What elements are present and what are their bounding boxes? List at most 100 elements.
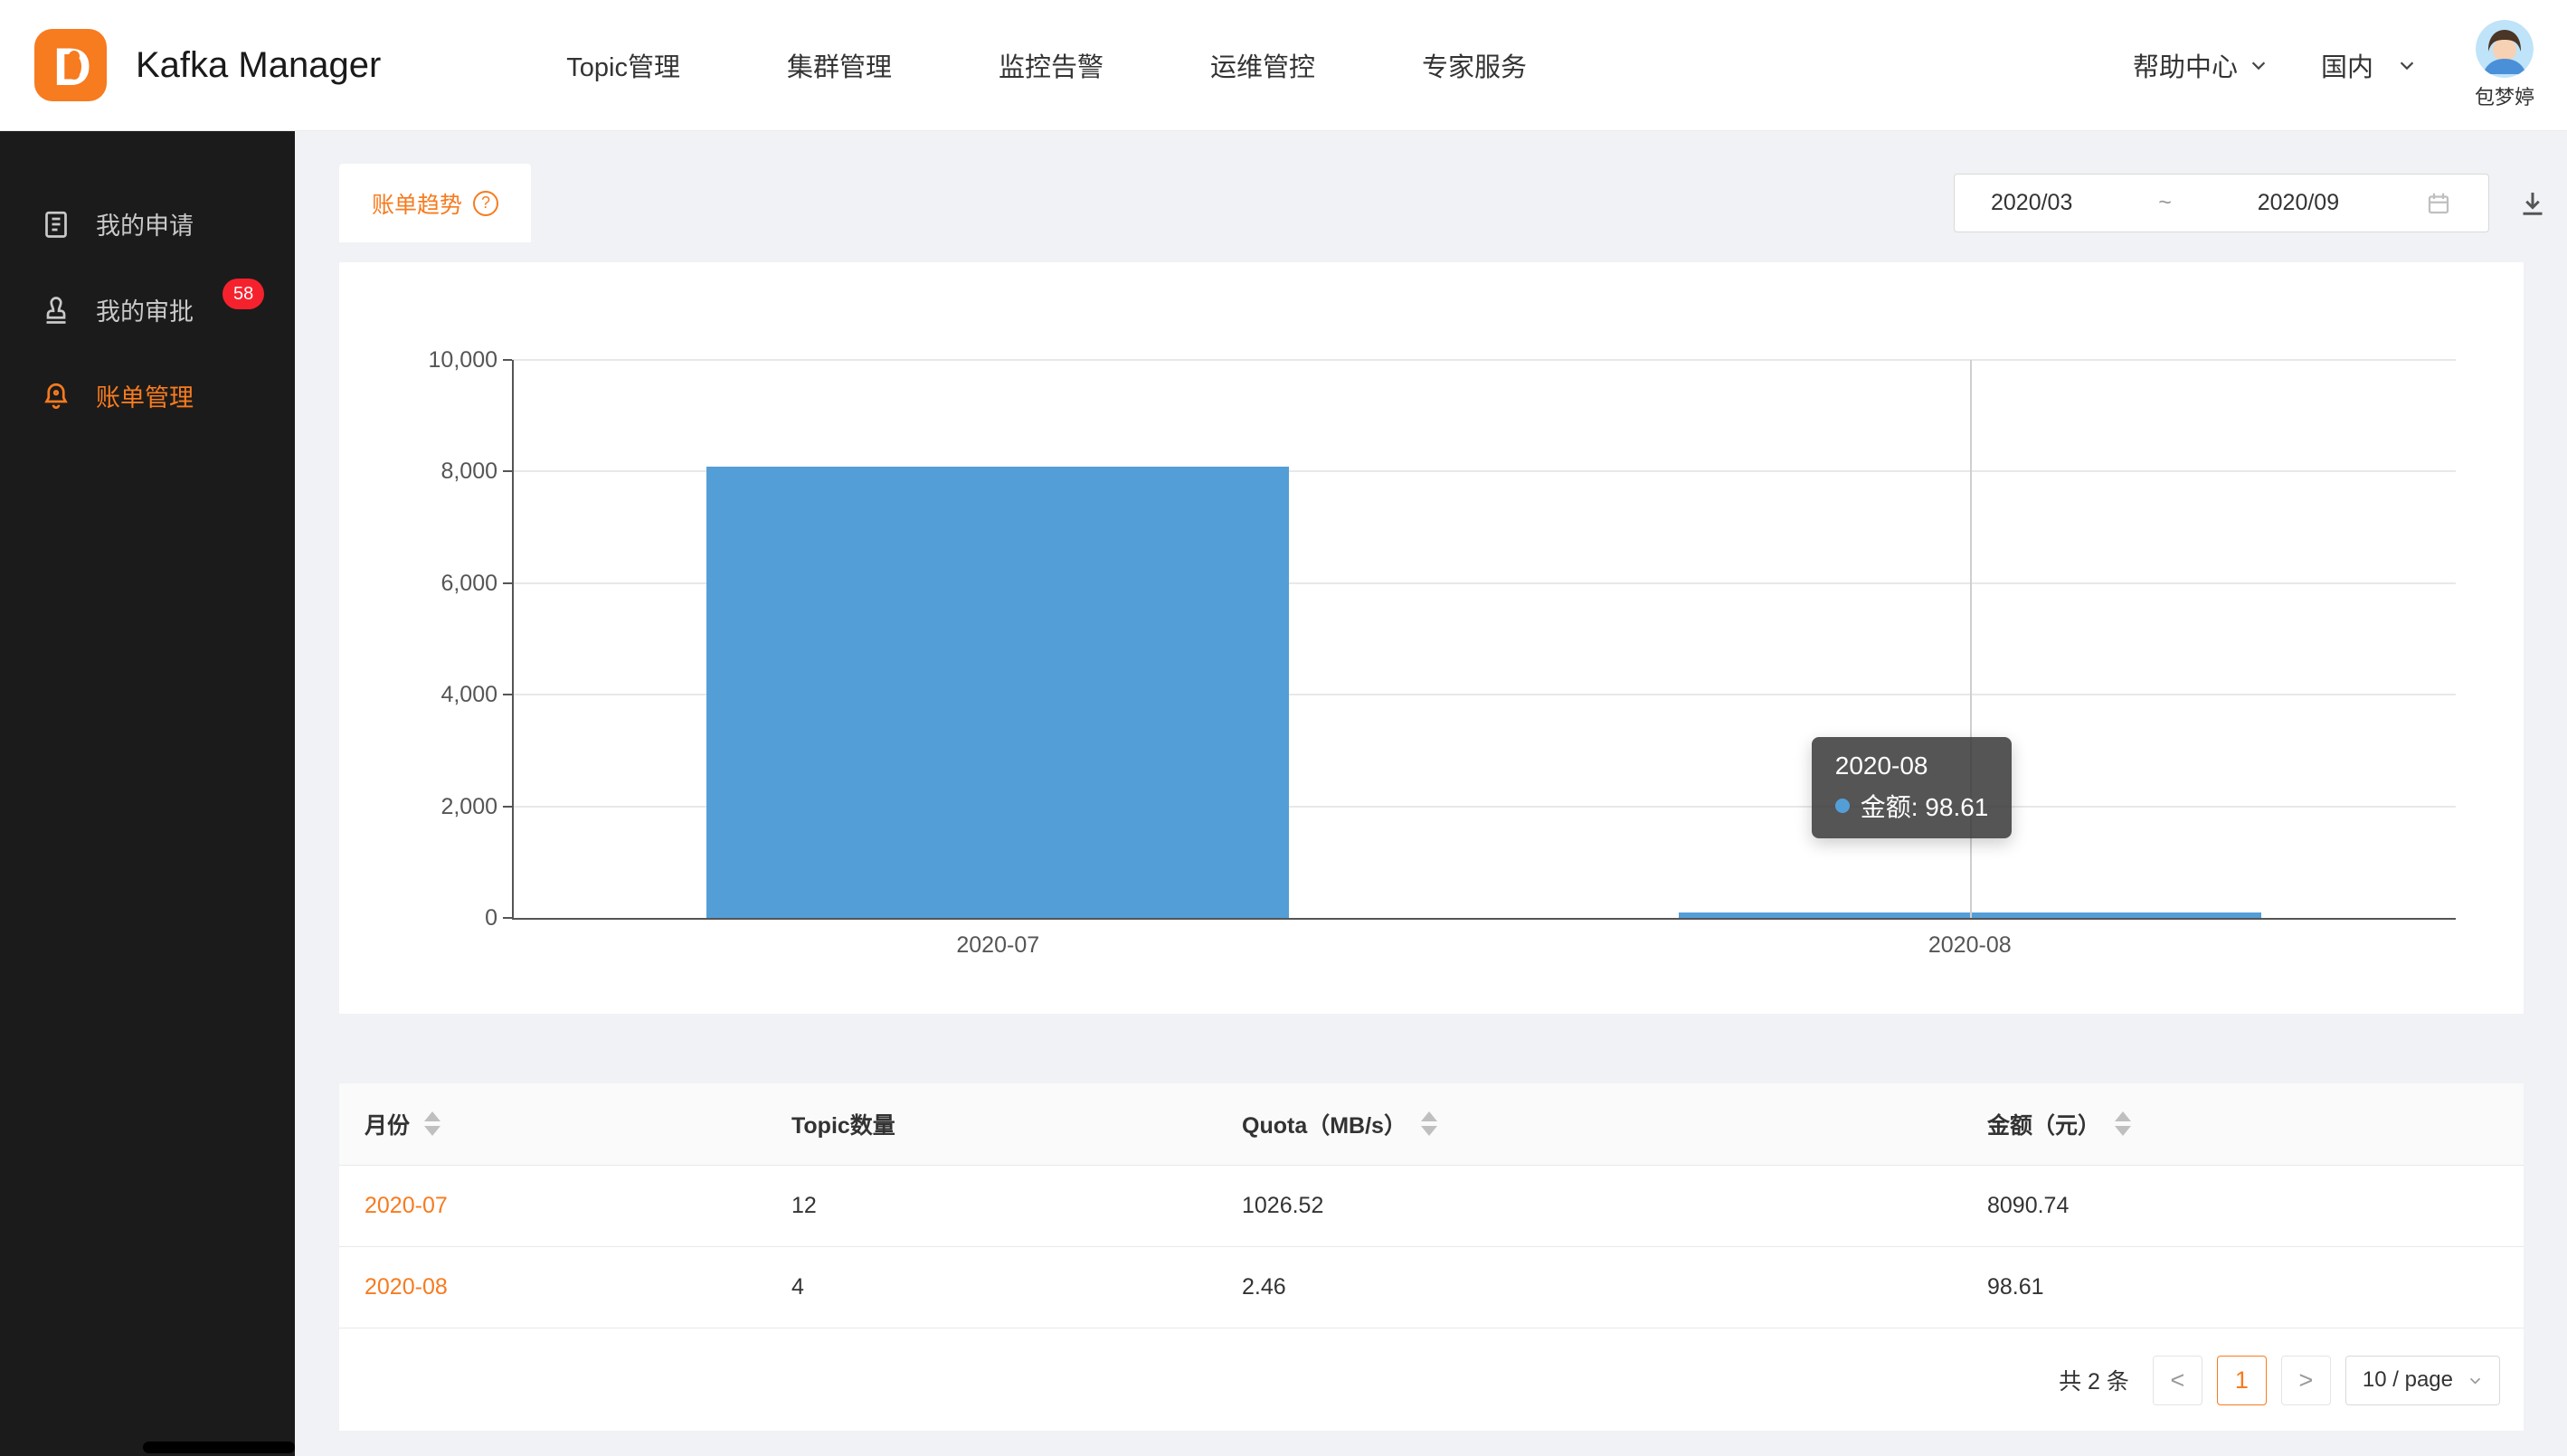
y-axis-label: 10,000: [339, 345, 497, 374]
total-count-text: 共 2 条: [2059, 1364, 2129, 1396]
region-label: 国内: [2321, 46, 2373, 84]
month-link[interactable]: 2020-08: [365, 1274, 448, 1300]
nav-expert-service[interactable]: 专家服务: [1422, 46, 1527, 84]
region-select[interactable]: 国内: [2321, 46, 2417, 84]
help-icon[interactable]: ?: [473, 191, 498, 216]
svg-text:D: D: [53, 38, 91, 97]
header-right: 帮助中心 国内 包梦婷: [2133, 20, 2534, 110]
toolbar-row: 账单趋势 ? 2020/03 ~ 2020/09: [339, 164, 2549, 242]
chart-tooltip: 2020-08 金额: 98.61: [1812, 737, 2013, 838]
tab-label: 账单趋势: [372, 187, 462, 220]
y-axis-label: 0: [339, 903, 497, 932]
column-label: 月份: [365, 1108, 410, 1140]
month-link[interactable]: 2020-07: [365, 1193, 448, 1218]
toolbar-right: 2020/03 ~ 2020/09: [1954, 174, 2549, 232]
y-axis-label: 4,000: [339, 680, 497, 709]
amount-cell: 98.61: [1962, 1246, 2524, 1328]
date-start[interactable]: 2020/03: [1991, 190, 2072, 216]
y-axis-label: 2,000: [339, 792, 497, 821]
clipboard-icon: [40, 208, 72, 241]
topics-cell: 4: [766, 1246, 1217, 1328]
help-center-dropdown[interactable]: 帮助中心: [2133, 46, 2269, 84]
topics-cell: 12: [766, 1165, 1217, 1246]
chevron-down-icon: [2468, 1373, 2483, 1388]
series-dot-icon: [1835, 799, 1850, 813]
pagination: 共 2 条 < 1 > 10 / page: [339, 1356, 2500, 1405]
bar-2020-07[interactable]: [706, 467, 1289, 918]
avatar: [2476, 20, 2534, 78]
app-header: D Kafka Manager Topic管理 集群管理 监控告警 运维管控 专…: [0, 0, 2567, 131]
y-axis-line: [512, 360, 514, 918]
column-label: Quota（MB/s）: [1242, 1108, 1407, 1140]
calendar-icon: [2425, 190, 2452, 217]
chevron-down-icon: [2249, 55, 2269, 75]
app-logo-icon: D: [33, 25, 112, 105]
billing-table-card: 月份 Topic数量 Quota（MB/s） 金额（元）: [339, 1083, 2524, 1431]
date-separator: ~: [2158, 190, 2172, 216]
main-nav: Topic管理 集群管理 监控告警 运维管控 专家服务: [566, 46, 1527, 84]
sort-icon[interactable]: [2115, 1111, 2131, 1136]
chevron-down-icon: [2397, 55, 2417, 75]
x-axis-line: [512, 918, 2456, 920]
approvals-count-badge: 58: [223, 279, 264, 309]
quota-cell: 2.46: [1217, 1246, 1962, 1328]
col-quota[interactable]: Quota（MB/s）: [1217, 1083, 1962, 1165]
table-row: 2020-08 4 2.46 98.61: [339, 1246, 2524, 1328]
horizontal-scrollbar-thumb[interactable]: [143, 1442, 295, 1453]
chart-gridline: [512, 359, 2456, 361]
tooltip-title: 2020-08: [1835, 752, 1989, 780]
page-size-select[interactable]: 10 / page: [2345, 1356, 2500, 1405]
next-page-button[interactable]: >: [2281, 1356, 2331, 1405]
stamp-icon: [40, 294, 72, 326]
col-topic-count: Topic数量: [766, 1083, 1217, 1165]
page-size-value: 10 / page: [2363, 1367, 2453, 1393]
sidebar-item-label: 账单管理: [96, 378, 194, 413]
nav-cluster-management[interactable]: 集群管理: [787, 46, 892, 84]
alarm-bell-icon: [40, 380, 72, 412]
x-axis-label: 2020-08: [1834, 932, 2106, 959]
y-axis-tick: [503, 694, 512, 695]
table-header-row: 月份 Topic数量 Quota（MB/s） 金额（元）: [339, 1083, 2524, 1165]
column-label: 金额（元）: [1987, 1108, 2100, 1140]
sort-icon[interactable]: [424, 1111, 440, 1136]
sort-icon[interactable]: [1421, 1111, 1437, 1136]
sidebar-item-my-applications[interactable]: 我的申请: [0, 181, 295, 267]
help-center-label: 帮助中心: [2133, 46, 2238, 84]
y-axis-tick: [503, 582, 512, 584]
sidebar-item-my-approvals[interactable]: 我的审批 58: [0, 267, 295, 353]
sidebar-item-label: 我的申请: [96, 206, 194, 241]
tooltip-text: 金额: 98.61: [1861, 788, 1989, 824]
nav-monitor-alerts[interactable]: 监控告警: [999, 46, 1104, 84]
download-icon[interactable]: [2516, 187, 2549, 220]
table-row: 2020-07 12 1026.52 8090.74: [339, 1165, 2524, 1246]
username: 包梦婷: [2475, 81, 2534, 110]
amount-cell: 8090.74: [1962, 1165, 2524, 1246]
col-amount[interactable]: 金额（元）: [1962, 1083, 2524, 1165]
y-axis-tick: [503, 917, 512, 919]
x-axis-label: 2020-07: [862, 932, 1133, 959]
y-axis-tick: [503, 470, 512, 472]
sidebar-item-billing-management[interactable]: 账单管理: [0, 353, 295, 439]
date-range-picker[interactable]: 2020/03 ~ 2020/09: [1954, 174, 2489, 232]
sidebar-item-label: 我的审批: [96, 292, 194, 327]
bar-chart: 0 2,000 4,000 6,000 8,000 10,000 2020-07 2020-0…: [339, 262, 2524, 1014]
prev-page-button[interactable]: <: [2153, 1356, 2202, 1405]
nav-topic-management[interactable]: Topic管理: [566, 46, 680, 84]
page-1-button[interactable]: 1: [2217, 1356, 2267, 1405]
user-menu[interactable]: 包梦婷: [2475, 20, 2534, 110]
y-axis-tick: [503, 359, 512, 361]
col-month[interactable]: 月份: [339, 1083, 766, 1165]
sidebar: 我的申请 我的审批 58 账单管理: [0, 131, 295, 1456]
nav-ops-control[interactable]: 运维管控: [1210, 46, 1315, 84]
column-label: Topic数量: [791, 1108, 895, 1140]
tab-billing-trend[interactable]: 账单趋势 ?: [339, 164, 531, 242]
y-axis-label: 6,000: [339, 569, 497, 598]
billing-table: 月份 Topic数量 Quota（MB/s） 金额（元）: [339, 1083, 2524, 1328]
y-axis-label: 8,000: [339, 457, 497, 486]
app-title: Kafka Manager: [136, 45, 381, 86]
tooltip-value-row: 金额: 98.61: [1835, 788, 1989, 824]
chart-card: 0 2,000 4,000 6,000 8,000 10,000 2020-07 2020-0…: [339, 262, 2524, 1014]
quota-cell: 1026.52: [1217, 1165, 1962, 1246]
date-end[interactable]: 2020/09: [2258, 190, 2339, 216]
y-axis-tick: [503, 806, 512, 808]
